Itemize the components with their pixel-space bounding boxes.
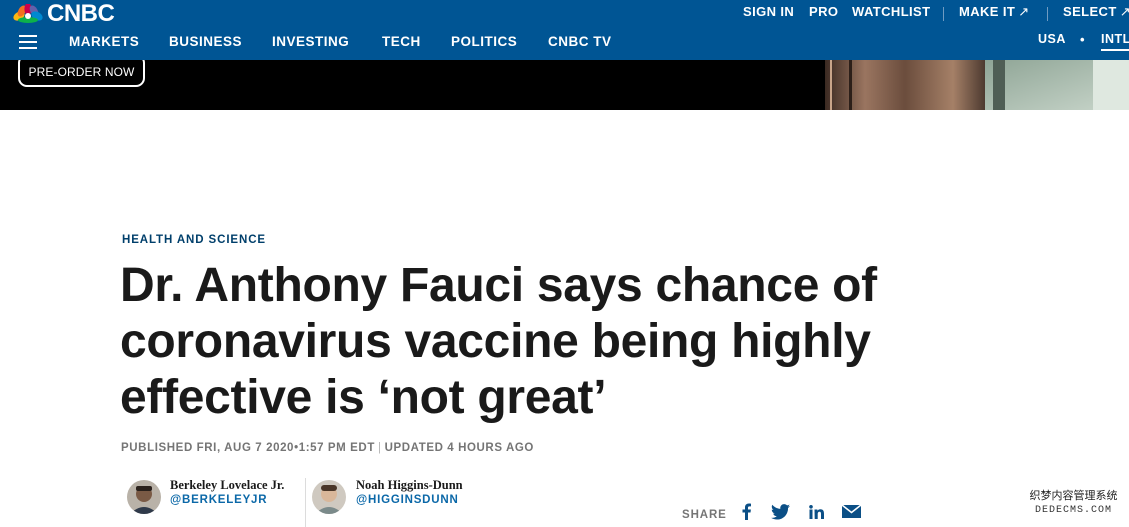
site-header: CNBC SIGN IN PRO WATCHLIST MAKE IT ↗ SELE… (0, 0, 1129, 60)
nav-tech[interactable]: TECH (382, 34, 421, 49)
author-byline: Berkeley Lovelace Jr. @BERKELEYJR (127, 478, 307, 518)
avatar-photo-icon (312, 480, 346, 514)
ad-banner[interactable]: PRE-ORDER NOW (0, 60, 1129, 110)
ad-product-image (825, 60, 1129, 110)
nav-divider (1047, 7, 1048, 21)
external-arrow-icon: ↗ (1119, 4, 1129, 19)
email-icon[interactable] (842, 505, 861, 518)
updated-time: UPDATED 4 HOURS AGO (384, 442, 534, 454)
main-nav: MARKETS BUSINESS INVESTING TECH POLITICS… (0, 34, 1129, 52)
pro-link[interactable]: PRO (809, 4, 838, 19)
published-date: PUBLISHED FRI, AUG 7 2020 (121, 442, 295, 454)
article-headline: Dr. Anthony Fauci says chance of coronav… (120, 259, 877, 424)
author-avatar[interactable] (312, 480, 346, 514)
make-it-link[interactable]: MAKE IT ↗ (959, 4, 1030, 20)
author-handle[interactable]: @BERKELEYJR (170, 494, 267, 506)
article-timestamp: PUBLISHED FRI, AUG 7 2020•1:57 PM EDT | UP… (121, 442, 534, 454)
share-label: SHARE (682, 509, 727, 521)
nav-business[interactable]: BUSINESS (169, 34, 242, 49)
watchlist-link[interactable]: WATCHLIST (852, 4, 930, 19)
author-name[interactable]: Berkeley Lovelace Jr. (170, 478, 284, 493)
nav-divider (943, 7, 944, 21)
pre-order-button[interactable]: PRE-ORDER NOW (18, 60, 145, 87)
nav-politics[interactable]: POLITICS (451, 34, 517, 49)
region-usa[interactable]: USA (1038, 32, 1066, 46)
author-divider (305, 478, 306, 527)
utility-nav: SIGN IN PRO WATCHLIST MAKE IT ↗ SELECT ↗ (0, 4, 1129, 21)
updated-separator: | (377, 442, 382, 454)
watermark-line-2: DEDECMS.COM (1034, 505, 1112, 516)
nav-investing[interactable]: INVESTING (272, 34, 349, 49)
region-separator: • (1080, 32, 1085, 47)
select-label: SELECT (1063, 4, 1117, 19)
avatar-photo-icon (127, 480, 161, 514)
twitter-icon[interactable] (771, 504, 790, 520)
linkedin-icon[interactable] (809, 505, 824, 519)
nav-cnbc-tv[interactable]: CNBC TV (548, 34, 612, 49)
author-handle[interactable]: @HIGGINSDUNN (356, 494, 459, 506)
facebook-icon[interactable] (740, 503, 752, 520)
region-intl[interactable]: INTL (1101, 32, 1129, 46)
published-time: 1:57 PM EDT (298, 442, 375, 454)
watermark: 织梦内容管理系统 DEDECMS.COM (1018, 490, 1129, 527)
select-link[interactable]: SELECT ↗ (1063, 4, 1129, 20)
active-region-indicator (1101, 49, 1129, 51)
sign-in-link[interactable]: SIGN IN (743, 4, 794, 19)
author-name[interactable]: Noah Higgins-Dunn (356, 478, 463, 493)
watermark-line-1: 织梦内容管理系统 (1029, 491, 1118, 503)
nav-markets[interactable]: MARKETS (69, 34, 139, 49)
make-it-label: MAKE IT (959, 4, 1016, 19)
section-label[interactable]: HEALTH AND SCIENCE (122, 234, 266, 246)
author-avatar[interactable] (127, 480, 161, 514)
external-arrow-icon: ↗ (1018, 4, 1030, 19)
author-byline: Noah Higgins-Dunn @HIGGINSDUNN (312, 478, 502, 518)
